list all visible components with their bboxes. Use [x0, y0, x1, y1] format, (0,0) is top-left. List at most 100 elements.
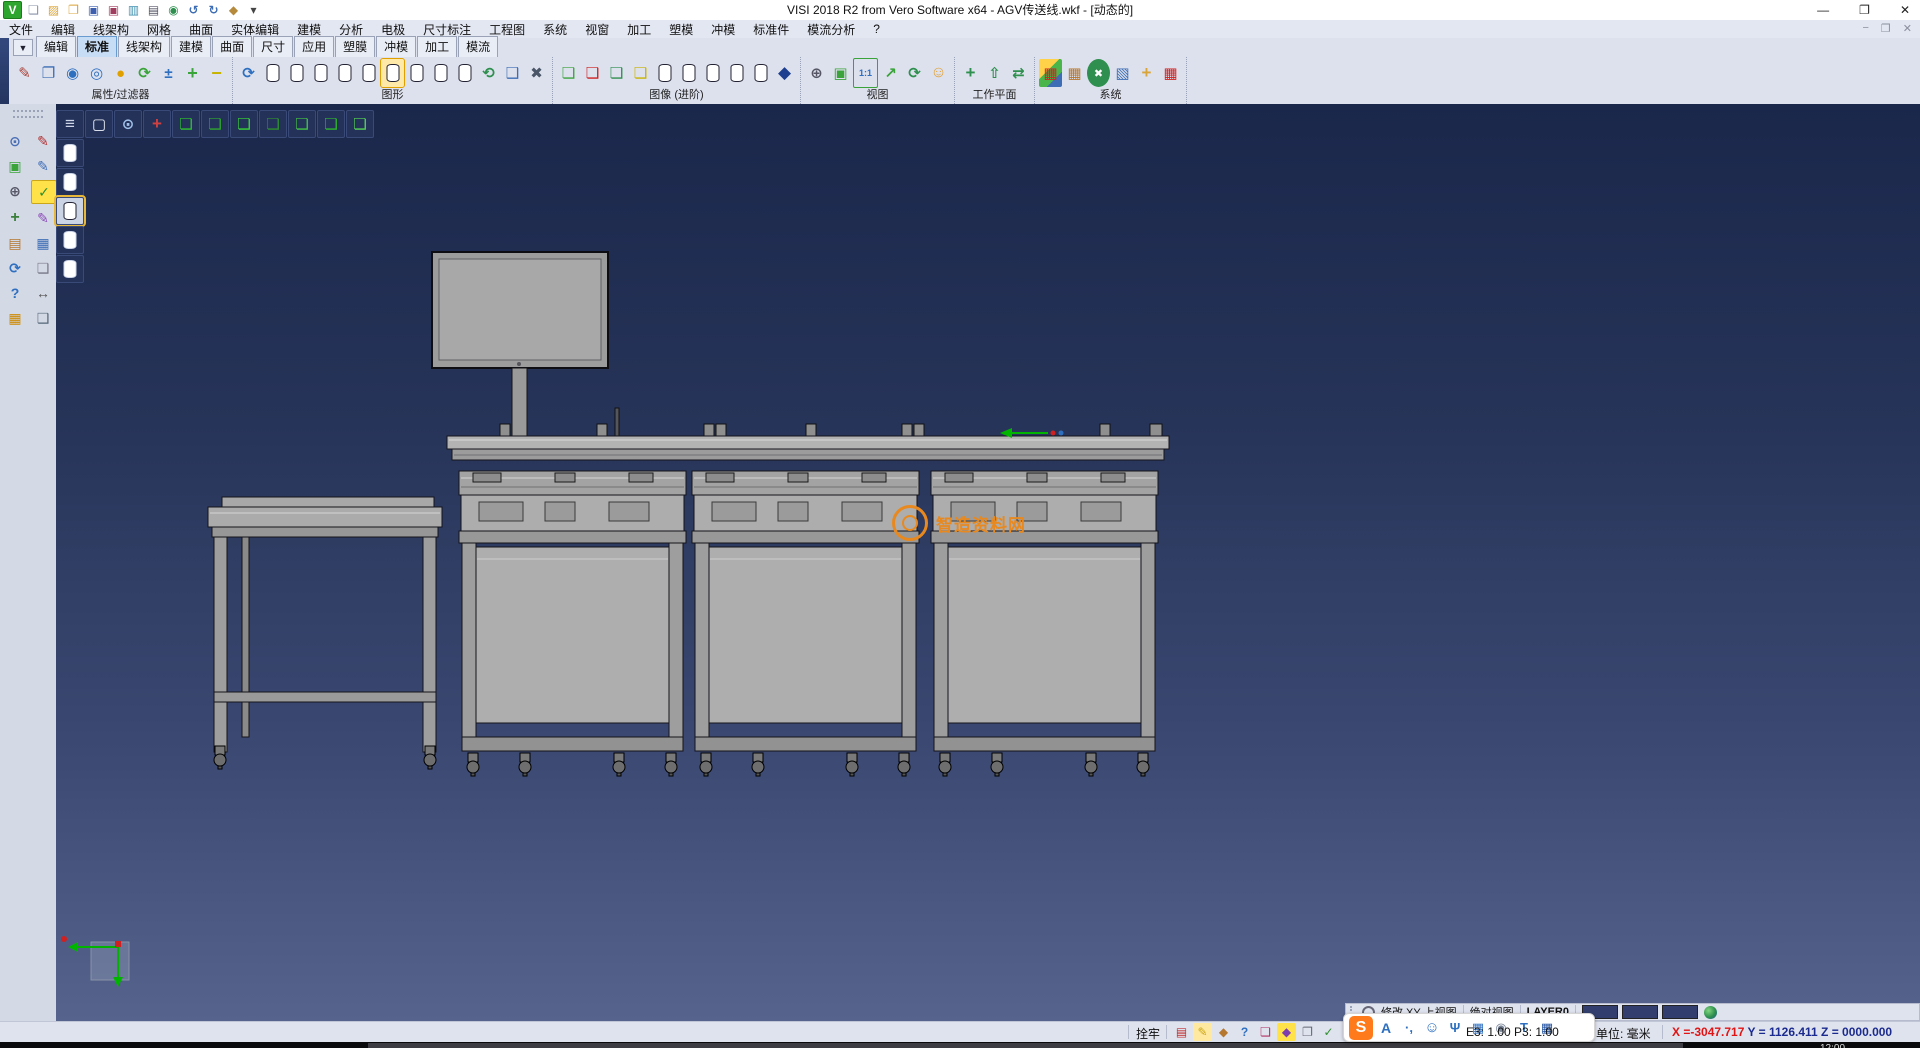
zoom-in-out-icon[interactable]: ⊕ [3, 180, 27, 202]
erase-icon[interactable]: ✎ [31, 130, 55, 152]
model-station-2[interactable] [692, 471, 919, 776]
ime-voice-icon[interactable]: Ψ [1445, 1018, 1465, 1038]
child-minimize-button[interactable]: − [1862, 22, 1868, 35]
cylinder-wire-hatch-icon[interactable] [749, 59, 772, 87]
ribbon-tab[interactable]: 标准 [77, 36, 117, 57]
ghost-mode-icon[interactable] [333, 59, 356, 87]
menu-item[interactable]: 塑模 [660, 21, 702, 38]
selection-filter-icon[interactable]: ● [109, 59, 132, 87]
windows-taskbar[interactable]: 12:00 [0, 1042, 1920, 1048]
layout-windows-icon[interactable]: ▦ [31, 232, 55, 254]
view-iso-cube-icon[interactable]: ❏ [346, 110, 374, 138]
system-settings-icon[interactable]: ✖ [1087, 59, 1110, 87]
refresh-graphics-icon[interactable]: ⟳ [237, 59, 260, 87]
cylinder-export-icon[interactable]: ▪ [725, 59, 748, 87]
ime-language-icon[interactable]: A [1376, 1018, 1396, 1038]
solids-toggle-icon[interactable]: ❏ [629, 59, 652, 87]
edit-attributes-icon[interactable]: ✎ [13, 59, 36, 87]
ribbon-tab[interactable]: 曲面 [212, 36, 252, 57]
window-palette-icon[interactable]: ▦ [1063, 59, 1086, 87]
swap-shade-icon[interactable]: ⟲ [477, 59, 500, 87]
world-icon[interactable] [1704, 1006, 1717, 1019]
menu-item[interactable]: 线架构 [84, 21, 138, 38]
show-add-icon[interactable]: + [181, 59, 204, 87]
ribbon-tab[interactable]: 模流 [458, 36, 498, 57]
solids-add-icon[interactable]: ❏ [557, 59, 580, 87]
show-remove-icon[interactable]: − [205, 59, 228, 87]
ribbon-tab[interactable]: 尺寸 [253, 36, 293, 57]
outline-mode-icon[interactable] [309, 59, 332, 87]
menu-item[interactable]: 分析 [330, 21, 372, 38]
menu-item[interactable]: 冲模 [702, 21, 744, 38]
color-grid-icon[interactable]: ▦ [3, 307, 27, 329]
show-entities-icon[interactable]: ◉ [61, 59, 84, 87]
minimize-button[interactable]: — [1817, 3, 1829, 17]
lock-label[interactable]: 拴牢 [1136, 1025, 1160, 1042]
workplane-set-icon[interactable]: + [959, 59, 982, 87]
tab-dropdown-button[interactable]: ▼ [13, 39, 33, 56]
wireframe-mode-icon[interactable] [261, 59, 284, 87]
ribbon-tab[interactable]: 编辑 [36, 36, 76, 57]
layer-color-swatch-2[interactable] [1622, 1005, 1658, 1019]
workplane-swap-icon[interactable]: ⇄ [1007, 59, 1030, 87]
workplane-indicator-icon[interactable]: ◆ [1277, 1023, 1296, 1041]
shade-settings-icon[interactable]: ✖ [525, 59, 548, 87]
view-top-cube-icon[interactable]: ❏ [172, 110, 200, 138]
cylinder-solid-icon[interactable] [653, 59, 676, 87]
window-tools-icon[interactable]: ▧ [1111, 59, 1134, 87]
zoom-window-icon[interactable]: ▣ [829, 59, 852, 87]
ime-punctuation-icon[interactable]: ·, [1399, 1018, 1419, 1038]
measure-icon[interactable]: ↔ [31, 282, 55, 304]
menu-item[interactable]: 网格 [138, 21, 180, 38]
ribbon-tab[interactable]: 建模 [171, 36, 211, 57]
menu-item[interactable]: 曲面 [180, 21, 222, 38]
menu-item[interactable]: 尺寸标注 [414, 21, 480, 38]
view-back-cube-icon[interactable]: ❏ [259, 110, 287, 138]
workplane-align-icon[interactable]: ⇧ [983, 59, 1006, 87]
menu-item[interactable]: 模流分析 [798, 21, 864, 38]
permissions-key-icon[interactable]: ◆ [1214, 1023, 1233, 1041]
flat-shade-mode-icon[interactable] [429, 59, 452, 87]
zoom-window-icon[interactable]: ▣ [3, 155, 27, 177]
help-icon[interactable]: ? [3, 282, 27, 304]
view-front-cube-icon[interactable]: ❏ [230, 110, 258, 138]
cylinder-validate-icon[interactable]: ✓ [701, 59, 724, 87]
toggle-visibility-icon[interactable]: ± [157, 59, 180, 87]
refresh-view-icon[interactable]: ⟳ [903, 59, 926, 87]
zoom-dynamic-icon[interactable]: ⊕ [805, 59, 828, 87]
view-bottom-cube-icon[interactable]: ❏ [201, 110, 229, 138]
shaded-mode-icon[interactable] [381, 59, 404, 87]
menu-item[interactable]: ? [864, 22, 889, 36]
ribbon-tab[interactable]: 加工 [417, 36, 457, 57]
menu-item[interactable]: 实体编辑 [222, 21, 288, 38]
ribbon-tab[interactable]: 冲模 [376, 36, 416, 57]
zoom-all-viewport-icon[interactable]: ⊙ [114, 110, 142, 138]
shaded-blue-mode-icon[interactable] [357, 59, 380, 87]
color-table-icon[interactable]: ▦ [1039, 59, 1062, 87]
sketch-curve-icon[interactable]: ✎ [31, 207, 55, 229]
view-left-cube-icon[interactable]: ❏ [288, 110, 316, 138]
sogou-logo-icon[interactable]: S [1349, 1016, 1373, 1040]
cylinder-striped-icon[interactable] [677, 59, 700, 87]
sketch-ellipse-icon[interactable]: ✎ [31, 155, 55, 177]
close-button[interactable]: ✕ [1900, 3, 1910, 17]
profile-lock-icon[interactable]: ▤ [1172, 1023, 1191, 1041]
rotate-view-icon[interactable]: + [3, 207, 27, 229]
package-icon[interactable]: ❏ [1256, 1023, 1275, 1041]
ribbon-tab[interactable]: 应用 [294, 36, 334, 57]
regenerate-icon[interactable]: ⟳ [3, 257, 27, 279]
ok-status-icon[interactable]: ✓ [1319, 1023, 1338, 1041]
pan-zoom-icon[interactable]: ⊙ [3, 130, 27, 152]
zoom-extents-icon[interactable]: ↗ [879, 59, 902, 87]
snap-settings-icon[interactable]: + [1135, 59, 1158, 87]
render-hatched-icon[interactable] [56, 255, 84, 283]
render-shaded-edges-icon[interactable] [56, 226, 84, 254]
model-monitor[interactable] [432, 252, 608, 444]
grid-settings-icon[interactable]: ▦ [1159, 59, 1182, 87]
solids-refresh-icon[interactable]: ❏ [605, 59, 628, 87]
shaded-edges-mode-icon[interactable] [405, 59, 428, 87]
workplane-small-icon[interactable]: ❑ [31, 307, 55, 329]
solids-filter-icon[interactable]: ❏ [581, 59, 604, 87]
shade-cube-icon[interactable]: ❏ [31, 257, 55, 279]
menu-item[interactable]: 电极 [372, 21, 414, 38]
